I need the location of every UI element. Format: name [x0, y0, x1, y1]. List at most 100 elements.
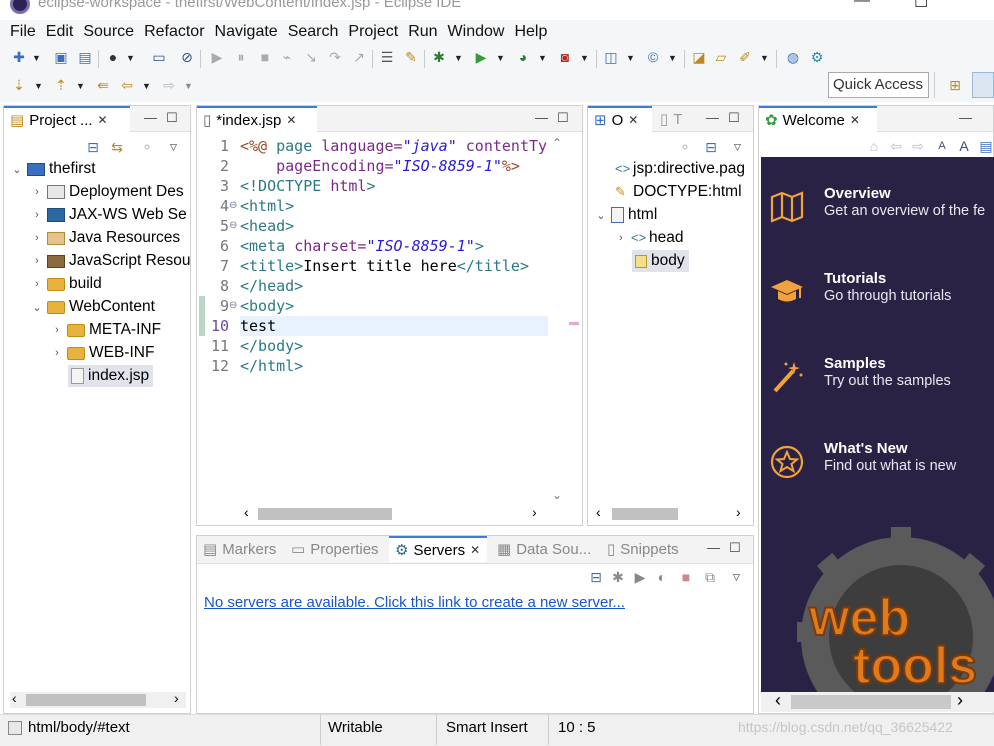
last-edit-icon[interactable]: ⇚ [94, 76, 112, 94]
tab-outline[interactable]: ⊞ O ✕ [588, 106, 652, 132]
back-icon[interactable]: ⇦ [887, 137, 905, 155]
view-menu-icon[interactable]: ▽ [170, 142, 177, 153]
collapse-arrow-icon[interactable]: › [30, 255, 44, 267]
collapse-arrow-icon[interactable]: › [50, 347, 64, 359]
run-dropdown-icon[interactable]: ▼ [496, 53, 505, 63]
resume-icon[interactable]: ▶ [208, 48, 226, 66]
maximize-view-icon[interactable]: ☐ [728, 110, 740, 126]
profile-server-icon[interactable]: ◐ [653, 568, 671, 586]
tree-item-thefirst[interactable]: ⌄ thefirst [10, 158, 95, 180]
menu-source[interactable]: Source [78, 23, 139, 41]
step-return-icon[interactable]: ↗ [350, 48, 368, 66]
external-tools-dropdown-icon[interactable]: ▼ [580, 53, 589, 63]
menu-window[interactable]: Window [443, 23, 510, 41]
expand-arrow-icon[interactable]: ⌄ [30, 301, 44, 314]
step-over-icon[interactable]: ↷ [326, 48, 344, 66]
menu-run[interactable]: Run [403, 23, 442, 41]
new-server-icon[interactable]: ◫ [602, 48, 620, 66]
fold-icon[interactable]: ⊖ [229, 200, 237, 211]
close-icon[interactable]: ✕ [470, 543, 480, 557]
back-dropdown-icon[interactable]: ▼ [142, 81, 151, 91]
tasks-icon[interactable]: ✎ [402, 48, 420, 66]
maximize-button[interactable]: ☐ [914, 0, 928, 12]
quick-access-field[interactable]: Quick Access [828, 72, 929, 98]
expand-arrow-icon[interactable]: ⌄ [10, 163, 24, 176]
maximize-view-icon[interactable]: ☐ [557, 110, 569, 126]
new-dropdown-icon[interactable]: ▼ [32, 53, 41, 63]
welcome-samples[interactable]: Samples Try out the samples [761, 355, 994, 415]
minimize-view-icon[interactable]: — [959, 110, 972, 125]
forward-icon[interactable]: ⇨ [909, 137, 927, 155]
close-icon[interactable]: ✕ [286, 113, 296, 127]
external-tools-icon[interactable]: ◙ [556, 48, 574, 66]
minimize-button[interactable]: — [854, 0, 870, 10]
suspend-icon[interactable]: ⏸ [232, 48, 250, 66]
search-pencil-icon[interactable]: ✐ [736, 48, 754, 66]
stop-server-icon[interactable]: ■ [677, 568, 695, 586]
tab-data-source[interactable]: ▦ Data Sou... [491, 536, 601, 562]
tree-item-meta-inf[interactable]: › META-INF [50, 319, 161, 341]
scroll-right-icon[interactable]: › [532, 504, 537, 520]
menu-edit[interactable]: Edit [41, 23, 79, 41]
collapse-arrow-icon[interactable]: › [30, 209, 44, 221]
fold-icon[interactable]: ⊖ [229, 220, 237, 231]
menu-refactor[interactable]: Refactor [139, 23, 209, 41]
step-into-icon[interactable]: ↘ [302, 48, 320, 66]
new-server-dropdown-icon[interactable]: ▼ [626, 53, 635, 63]
terminal-icon[interactable]: ▭ [150, 48, 168, 66]
scroll-left-icon[interactable]: ‹ [244, 504, 249, 520]
coverage-icon[interactable]: ◕ [514, 48, 532, 66]
fold-icon[interactable]: ⊖ [229, 300, 237, 311]
debug-server-icon[interactable]: ✱ [609, 568, 627, 586]
tree-item-deployment[interactable]: › Deployment Des [30, 181, 183, 203]
coverage-dropdown-icon[interactable]: ▼ [538, 53, 547, 63]
maximize-view-icon[interactable]: ☐ [166, 110, 178, 126]
tree-item-javascript-resources[interactable]: › JavaScript Resou [30, 250, 190, 272]
minimize-view-icon[interactable]: — [535, 110, 548, 125]
filter-icon[interactable]: ⚬ [138, 138, 156, 156]
customize-icon[interactable]: ▤ [977, 137, 994, 155]
scroll-left-icon[interactable]: ‹ [12, 690, 17, 706]
save-icon[interactable]: ▣ [52, 48, 70, 66]
open-perspective-icon[interactable]: ⊞ [946, 76, 964, 94]
scroll-right-icon[interactable]: › [736, 504, 741, 520]
create-server-link[interactable]: No servers are available. Click this lin… [204, 594, 625, 611]
tree-item-index-jsp[interactable]: index.jsp [68, 365, 154, 387]
debug-icon[interactable]: ✱ [430, 48, 448, 66]
terminate-icon[interactable]: ■ [256, 48, 274, 66]
previous-annotation-dropdown-icon[interactable]: ▼ [76, 81, 85, 91]
collapse-all-icon[interactable]: ⊟ [702, 138, 720, 156]
link-with-editor-icon[interactable]: ⇆ [108, 138, 126, 156]
welcome-whats-new[interactable]: What's New Find out what is new [761, 440, 994, 500]
debug-dropdown-icon[interactable]: ▼ [454, 53, 463, 63]
outline-item-head[interactable]: › <> head [614, 227, 683, 249]
collapse-arrow-icon[interactable]: › [614, 232, 628, 244]
javaee-perspective-button[interactable] [972, 72, 994, 98]
skip-breakpoints-icon[interactable]: ⊘ [178, 48, 196, 66]
next-annotation-dropdown-icon[interactable]: ▼ [34, 81, 43, 91]
start-server-icon[interactable]: ▶ [631, 568, 649, 586]
scroll-right-icon[interactable]: › [174, 690, 179, 706]
new-icon[interactable]: ✚ [10, 48, 28, 66]
outline-item-html[interactable]: ⌄ html [594, 204, 657, 226]
menu-search[interactable]: Search [283, 23, 344, 41]
view-menu-icon[interactable]: ▽ [734, 142, 741, 153]
collapse-arrow-icon[interactable]: › [50, 324, 64, 336]
minimize-view-icon[interactable]: — [144, 110, 157, 125]
task-list-icon[interactable]: ☰ [378, 48, 396, 66]
disconnect-icon[interactable]: ⌁ [278, 48, 296, 66]
tree-item-build[interactable]: › build [30, 273, 102, 295]
collapse-arrow-icon[interactable]: › [30, 186, 44, 198]
open-folder-icon[interactable]: ▱ [712, 48, 730, 66]
editor-horizontal-scrollbar[interactable]: ‹ › [240, 504, 548, 522]
collapse-arrow-icon[interactable]: › [30, 232, 44, 244]
save-all-icon[interactable]: ▤ [76, 48, 94, 66]
outline-item-body[interactable]: body [632, 250, 689, 272]
outline-item-directive[interactable]: <> jsp:directive.pag [612, 158, 745, 180]
profile-dropdown-icon[interactable]: ▼ [126, 53, 135, 63]
minimize-view-icon[interactable]: — [706, 110, 719, 125]
increase-font-icon[interactable]: A [955, 137, 973, 155]
code-area[interactable]: <%@ page language="java" contentTy pageE… [240, 134, 548, 504]
menu-help[interactable]: Help [509, 23, 552, 41]
welcome-horizontal-scrollbar[interactable]: ‹ › [761, 690, 994, 712]
